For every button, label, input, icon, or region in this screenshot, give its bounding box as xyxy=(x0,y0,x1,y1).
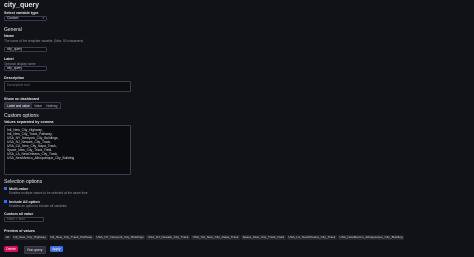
label-input-value: city_query xyxy=(7,66,23,71)
custom-all-value-label: Custom all value xyxy=(4,212,34,216)
description-textarea[interactable]: Descriptive text xyxy=(4,81,131,92)
values-textarea[interactable]: Intl_New_City_Highway, Intl_New_City_Tra… xyxy=(4,125,131,175)
label-input[interactable]: city_query xyxy=(4,66,47,71)
preview-label: Preview of values xyxy=(4,229,35,233)
apply-button[interactable]: Apply xyxy=(50,246,63,253)
preview-chip: USA_LA_NewOrleans_City_Track xyxy=(286,234,337,241)
custom-all-value-input[interactable]: blank = auto xyxy=(4,217,44,222)
show-on-dashboard-radio-group: Label and value Value Nothing xyxy=(4,102,61,110)
preview-chip: USA_NJ_Newark_City_Track xyxy=(146,234,191,241)
include-all-hint: Enables an option to include all variabl… xyxy=(9,204,67,208)
page-title: city_query xyxy=(4,2,40,9)
preview-chip: USA_NewMexico_Albuquerque_City_Building xyxy=(337,234,405,241)
multi-value-hint: Enables multiple values to be selected a… xyxy=(9,191,88,195)
radio-label-and-value[interactable]: Label and value xyxy=(5,103,32,109)
preview-chip: Space_New_City_Track_Field xyxy=(241,234,286,241)
variable-type-value: Custom xyxy=(7,16,19,21)
radio-nothing[interactable]: Nothing xyxy=(44,103,59,108)
description-label: Description xyxy=(4,76,25,80)
custom-options-heading: Custom options xyxy=(4,113,39,119)
delete-button[interactable]: Delete xyxy=(4,246,19,253)
name-input[interactable]: city_query xyxy=(4,47,47,52)
preview-chip: All xyxy=(4,234,11,241)
preview-chip: USA_NY_Newyork_City_Buildings xyxy=(94,234,146,241)
preview-chip: Intl_New_City_Track_Pathway xyxy=(48,234,94,241)
values-label: Values separated by comma xyxy=(4,120,54,124)
variable-type-label: Select variable type xyxy=(4,11,39,15)
variable-type-select[interactable]: Custom ▾ xyxy=(4,16,47,21)
name-input-value: city_query xyxy=(7,47,23,52)
name-hint: The name of the template variable. (Max.… xyxy=(4,38,84,43)
multi-value-checkbox[interactable] xyxy=(4,187,7,190)
variable-editor-page: city_query Select variable type Custom ▾… xyxy=(0,0,474,257)
custom-all-value-placeholder: blank = auto xyxy=(7,217,26,222)
show-on-dashboard-label: Show on dashboard xyxy=(4,97,40,101)
include-all-checkbox[interactable] xyxy=(4,200,7,203)
preview-chip: USA_CA_New_City_Napa_Track xyxy=(191,234,240,241)
description-placeholder: Descriptive text xyxy=(7,83,30,87)
label-hint: Optional display name xyxy=(4,61,36,66)
run-query-button[interactable]: Run query xyxy=(24,246,46,255)
chevron-down-icon: ▾ xyxy=(42,15,44,20)
selection-options-heading: Selection options xyxy=(4,179,43,185)
radio-value[interactable]: Value xyxy=(32,103,44,108)
value-line: USA_NewMexico_Albuquerque_City_Building xyxy=(7,156,75,161)
preview-chip: Intl_New_City_Highway xyxy=(11,234,48,241)
preview-chips: All Intl_New_City_Highway Intl_New_City_… xyxy=(4,234,405,241)
general-heading: General xyxy=(4,27,22,33)
